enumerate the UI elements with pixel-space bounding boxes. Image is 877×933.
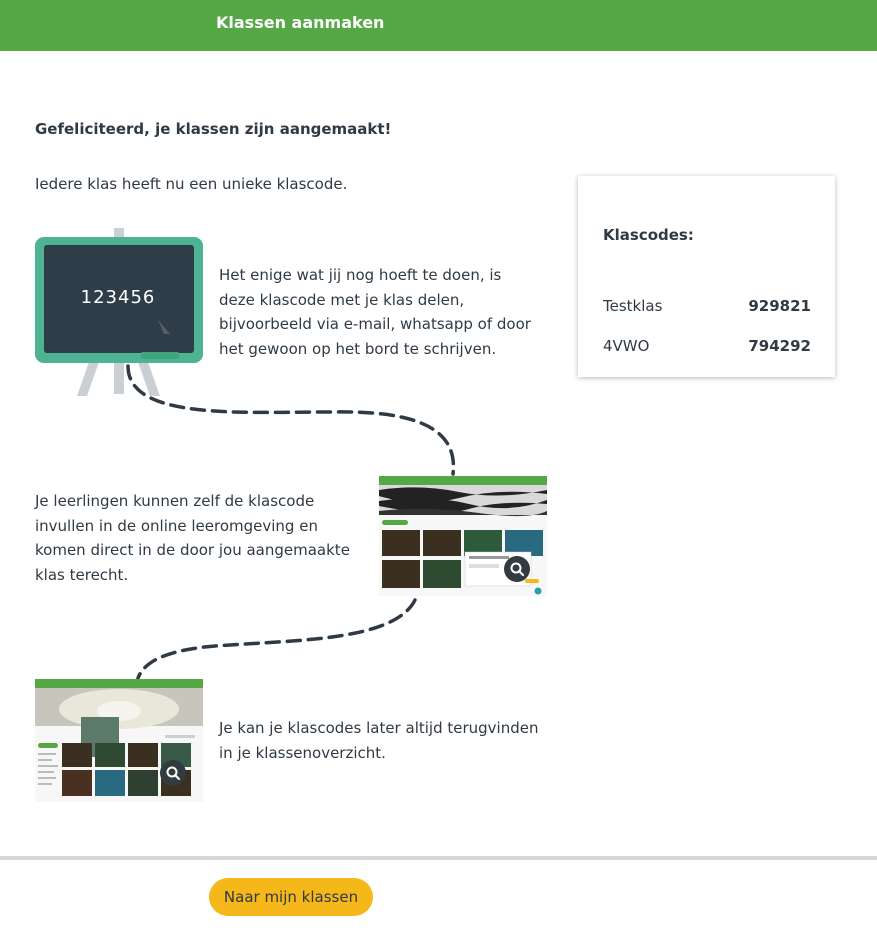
class-code: 794292 <box>748 337 811 355</box>
klascode-row: 4VWO 794292 <box>603 337 811 359</box>
klascode-row: Testklas 929821 <box>603 297 811 319</box>
chalkboard-illustration: 123456 <box>34 228 206 398</box>
to-my-classes-button[interactable]: Naar mijn klassen <box>209 878 373 916</box>
magnifier-icon <box>504 556 530 582</box>
klascodes-card: Klascodes: Testklas 929821 4VWO 794292 <box>578 176 835 377</box>
class-overview-screenshot <box>35 679 203 802</box>
class-name: 4VWO <box>603 337 650 355</box>
klascodes-title: Klascodes: <box>603 226 694 244</box>
page-header: Klassen aanmaken <box>0 0 877 51</box>
step3-text: Je kan je klascodes later altijd terugvi… <box>219 719 539 762</box>
board-code: 123456 <box>80 287 156 308</box>
congrats-heading: Gefeliciteerd, je klassen zijn aangemaak… <box>35 120 392 138</box>
class-code: 929821 <box>748 297 811 315</box>
learning-environment-screenshot <box>379 476 547 596</box>
page-title: Klassen aanmaken <box>216 13 385 32</box>
chalkboard-icon <box>35 228 203 396</box>
footer-divider <box>0 856 877 860</box>
step1-text: Het enige wat jij nog hoeft te doen, is … <box>219 266 531 358</box>
intro-text: Iedere klas heeft nu een unieke klascode… <box>35 175 348 193</box>
step2-text: Je leerlingen kunnen zelf de klascode in… <box>35 492 350 584</box>
class-name: Testklas <box>603 297 663 315</box>
magnifier-icon <box>160 760 186 786</box>
